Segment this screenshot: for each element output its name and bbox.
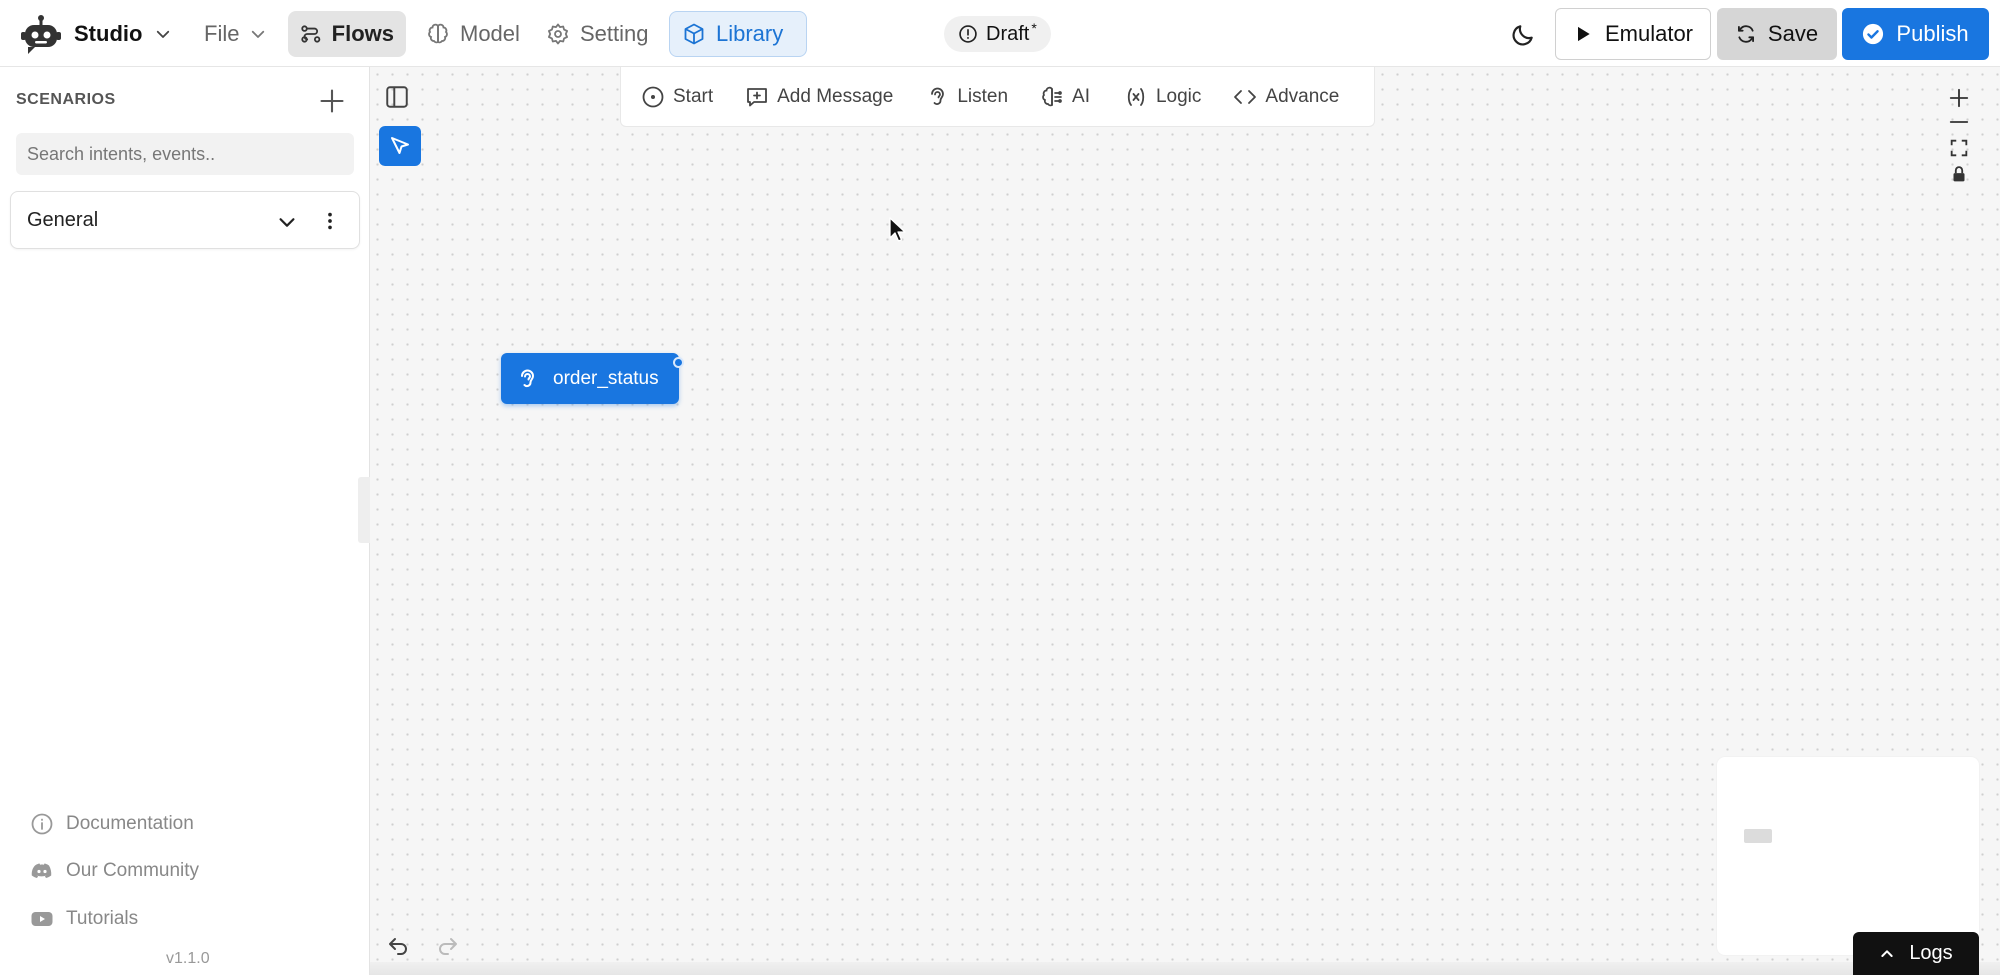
publish-button[interactable]: Publish (1842, 8, 1989, 60)
tab-model-label: Model (460, 21, 520, 46)
minimap[interactable] (1717, 757, 1979, 955)
tab-library-label: Library (716, 21, 784, 46)
tool-logic[interactable]: Logic (1124, 85, 1201, 109)
panel-toggle-icon[interactable] (384, 84, 410, 110)
zoom-in-plus-icon[interactable] (1948, 87, 1970, 109)
draft-status-badge[interactable]: Draft * (944, 16, 1051, 52)
cursor-arrow-icon (391, 137, 409, 154)
documentation-link-label: Documentation (66, 813, 194, 834)
flows-icon (301, 25, 321, 43)
tool-logic-label: Logic (1155, 85, 1202, 107)
chevron-up-icon (1881, 949, 1893, 957)
documentation-link[interactable]: Documentation (30, 812, 194, 836)
zoom-controls (1944, 87, 1974, 197)
cube-icon (684, 23, 704, 45)
tool-ai-label: AI (1072, 85, 1090, 107)
scenarios-sidebar: SCENARIOS General Documentation Our Comm… (0, 67, 370, 975)
sync-icon (1737, 25, 1754, 43)
tool-advance[interactable]: Advance (1233, 85, 1339, 109)
tool-start[interactable]: Start (641, 85, 713, 109)
dark-mode-moon-icon[interactable] (1510, 22, 1536, 48)
logs-button-label: Logs (1909, 942, 1953, 964)
sidebar-resize-handle[interactable] (358, 477, 370, 543)
tab-flows-label: Flows (331, 21, 394, 46)
check-circle-icon (1863, 23, 1884, 45)
chevron-down-icon[interactable] (276, 211, 298, 233)
node-output-handle[interactable] (673, 357, 684, 368)
chevron-down-icon (252, 30, 265, 38)
file-menu[interactable]: File (192, 11, 279, 57)
file-menu-label: File (204, 21, 240, 46)
redo-icon[interactable] (436, 935, 460, 959)
variable-icon (1127, 87, 1145, 106)
ear-icon (521, 369, 535, 387)
undo-icon[interactable] (386, 935, 410, 959)
tutorials-link-label: Tutorials (66, 908, 139, 929)
zoom-out-minus-icon[interactable] (1948, 111, 1970, 133)
publish-button-label: Publish (1896, 21, 1969, 46)
community-link-label: Our Community (66, 860, 200, 881)
alert-circle-icon (959, 25, 977, 43)
node-toolbar: Start Add Message Listen AI Logic Advanc… (620, 67, 1375, 127)
tool-start-label: Start (673, 85, 714, 107)
tool-advance-label: Advance (1265, 85, 1340, 107)
tool-add-message-label: Add Message (777, 85, 894, 107)
play-icon (1577, 26, 1590, 42)
draft-status-label: Draft (986, 22, 1030, 45)
flow-node-label: order_status (553, 367, 659, 389)
save-button[interactable]: Save (1717, 8, 1837, 60)
tool-ai[interactable]: AI (1040, 85, 1090, 109)
tab-library[interactable]: Library (669, 11, 807, 57)
fit-view-icon[interactable] (1948, 137, 1970, 159)
unsaved-mark: * (1031, 20, 1037, 36)
message-plus-icon (747, 87, 768, 106)
code-brackets-icon (1234, 89, 1257, 104)
community-link[interactable]: Our Community (30, 859, 199, 883)
tab-setting-label: Setting (580, 21, 649, 46)
scenario-group-general[interactable]: General (10, 191, 360, 249)
mouse-cursor-icon (889, 217, 906, 242)
more-vertical-icon[interactable] (319, 210, 341, 232)
app-version: v1.1.0 (166, 950, 210, 967)
brain-icon (428, 23, 448, 44)
ai-brain-icon (1042, 86, 1062, 106)
info-icon (31, 813, 53, 835)
top-bar: Studio File Flows Model Setting Library … (0, 0, 2000, 67)
scenario-group-label: General (27, 209, 99, 231)
tab-model[interactable]: Model (414, 11, 532, 57)
logs-toggle-button[interactable]: Logs (1853, 932, 1979, 975)
studio-menu[interactable]: Studio (8, 11, 184, 57)
add-scenario-plus-icon[interactable] (318, 87, 346, 115)
flow-node-order-status[interactable]: order_status (501, 353, 679, 404)
pointer-tool-button[interactable] (379, 126, 421, 166)
tab-setting[interactable]: Setting (534, 11, 661, 57)
tool-listen-label: Listen (957, 85, 1009, 107)
scenarios-heading: SCENARIOS (16, 91, 116, 108)
start-circle-icon (642, 86, 664, 107)
canvas-bottom-scrollbar[interactable] (370, 962, 2000, 975)
emulator-button[interactable]: Emulator (1555, 8, 1711, 60)
tool-add-message[interactable]: Add Message (745, 85, 893, 109)
app-name: Studio (74, 21, 143, 46)
emulator-button-label: Emulator (1604, 21, 1694, 46)
tab-flows[interactable]: Flows (288, 11, 406, 57)
scenario-search-input[interactable] (16, 133, 354, 175)
tutorials-link[interactable]: Tutorials (30, 907, 138, 931)
robot-logo-icon (21, 15, 61, 54)
discord-icon (31, 863, 52, 878)
save-button-label: Save (1767, 21, 1819, 46)
youtube-icon (31, 912, 53, 926)
chevron-down-icon (157, 30, 170, 38)
flow-canvas[interactable]: Start Add Message Listen AI Logic Advanc… (370, 67, 2000, 975)
lock-icon[interactable] (1948, 163, 1970, 185)
tool-listen[interactable]: Listen (925, 85, 1008, 109)
gear-icon (548, 23, 568, 45)
minimap-node (1744, 829, 1772, 843)
ear-icon (931, 87, 945, 105)
